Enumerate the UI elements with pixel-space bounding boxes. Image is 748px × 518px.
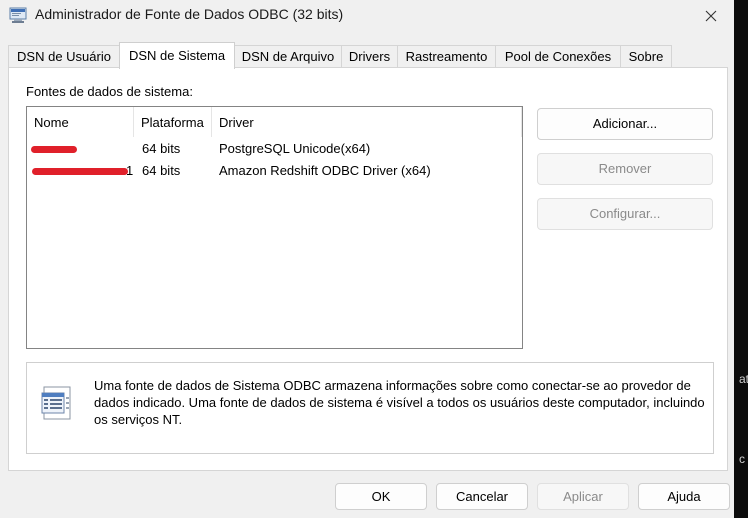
tab-dsn-usuario[interactable]: DSN de Usuário	[8, 45, 120, 67]
help-button[interactable]: Ajuda	[638, 483, 730, 510]
apply-button[interactable]: Aplicar	[537, 483, 629, 510]
title-bar[interactable]: Administrador de Fonte de Dados ODBC (32…	[0, 0, 734, 32]
list-item[interactable]: 1 64 bits Amazon Redshift ODBC Driver (x…	[27, 162, 522, 180]
column-header-driver[interactable]: Driver	[212, 107, 522, 137]
odbc-app-icon	[9, 7, 27, 23]
configure-button[interactable]: Configurar...	[537, 198, 713, 230]
tab-pool-conexoes[interactable]: Pool de Conexões	[495, 45, 621, 67]
close-icon	[705, 10, 717, 22]
background-window-strip: at c	[734, 0, 748, 518]
info-box: Uma fonte de dados de Sistema ODBC armaz…	[26, 362, 714, 454]
dsn-platform: 64 bits	[142, 141, 181, 156]
odbc-admin-window: Administrador de Fonte de Dados ODBC (32…	[0, 0, 734, 518]
info-description: Uma fonte de dados de Sistema ODBC armaz…	[94, 378, 705, 427]
tab-dsn-arquivo[interactable]: DSN de Arquivo	[234, 45, 342, 67]
redaction-mark	[32, 168, 128, 175]
column-header-nome[interactable]: Nome	[27, 107, 134, 137]
column-header-plataforma[interactable]: Plataforma	[134, 107, 212, 137]
cancel-button[interactable]: Cancelar	[436, 483, 528, 510]
system-dsn-list[interactable]: Nome Plataforma Driver 64 bits PostgreSQ…	[26, 106, 523, 349]
remove-button[interactable]: Remover	[537, 153, 713, 185]
window-title: Administrador de Fonte de Dados ODBC (32…	[35, 6, 344, 22]
tab-rastreamento[interactable]: Rastreamento	[397, 45, 496, 67]
system-sources-label: Fontes de dados de sistema:	[26, 84, 193, 99]
redaction-mark	[31, 146, 77, 153]
dsn-driver: PostgreSQL Unicode(x64)	[219, 141, 371, 156]
dsn-driver: Amazon Redshift ODBC Driver (x64)	[219, 163, 431, 178]
ok-button[interactable]: OK	[335, 483, 427, 510]
background-text-fragment: c	[739, 452, 745, 466]
add-button[interactable]: Adicionar...	[537, 108, 713, 140]
background-text-fragment: at	[739, 372, 748, 386]
data-source-document-icon	[41, 386, 71, 420]
dsn-platform: 64 bits	[142, 163, 181, 178]
tab-drivers[interactable]: Drivers	[341, 45, 398, 67]
tab-dsn-sistema[interactable]: DSN de Sistema	[119, 42, 235, 69]
tab-sobre[interactable]: Sobre	[620, 45, 672, 67]
list-header: Nome Plataforma Driver	[27, 107, 522, 137]
close-button[interactable]	[688, 0, 734, 32]
list-item[interactable]: 64 bits PostgreSQL Unicode(x64)	[27, 140, 522, 158]
